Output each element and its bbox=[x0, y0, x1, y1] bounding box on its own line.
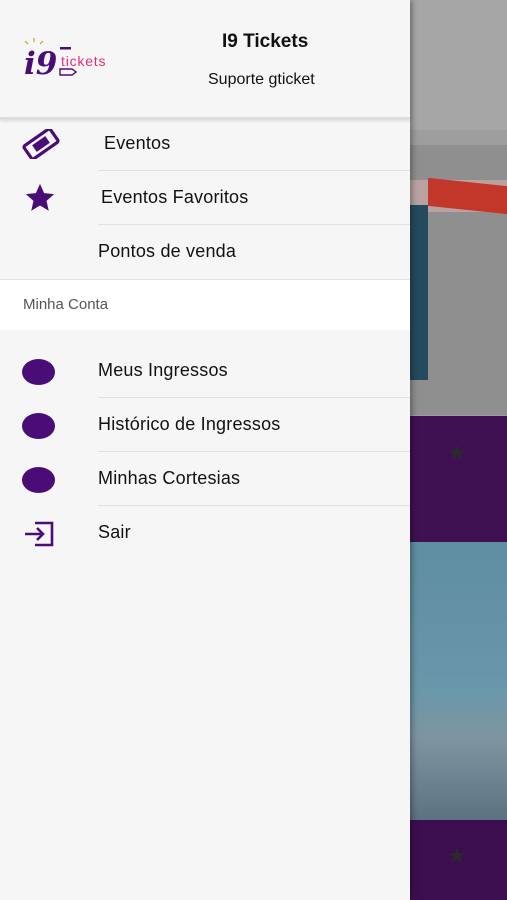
drawer-header: i9 tickets I9 Tickets Suporte gticket bbox=[0, 0, 410, 119]
section-label: Minha Conta bbox=[23, 296, 109, 313]
background-favorite-star-icon[interactable]: ★ bbox=[447, 440, 467, 466]
menu-item-label: Histórico de Ingressos bbox=[98, 414, 281, 434]
svg-text:tickets: tickets bbox=[61, 53, 106, 69]
background-poster bbox=[410, 205, 428, 380]
dot-icon bbox=[22, 413, 55, 439]
app-subtitle: Suporte gticket bbox=[208, 71, 315, 88]
menu-item-label: Minhas Cortesias bbox=[98, 468, 241, 488]
menu-item-label: Eventos bbox=[104, 133, 171, 153]
i9tickets-logo: i9 tickets bbox=[22, 38, 134, 84]
background-header bbox=[410, 0, 507, 130]
background-event-photo[interactable] bbox=[410, 542, 507, 820]
menu-item-eventos-favoritos[interactable]: Eventos Favoritos bbox=[0, 171, 410, 225]
star-icon bbox=[22, 181, 58, 220]
menu-item-pontos-de-venda[interactable]: Pontos de venda bbox=[0, 225, 410, 279]
menu-item-label: Pontos de venda bbox=[98, 241, 237, 261]
menu-item-historico-de-ingressos[interactable]: Histórico de Ingressos bbox=[0, 398, 410, 452]
menu-item-label: Sair bbox=[98, 522, 131, 542]
logout-icon bbox=[23, 521, 55, 552]
dot-icon bbox=[22, 359, 55, 385]
menu-item-sair[interactable]: Sair bbox=[0, 506, 410, 560]
dot-icon bbox=[22, 467, 55, 493]
menu-item-meus-ingressos[interactable]: Meus Ingressos bbox=[0, 344, 410, 398]
menu-item-minhas-cortesias[interactable]: Minhas Cortesias bbox=[0, 452, 410, 506]
navigation-drawer: i9 tickets I9 Tickets Suporte gticket Ev… bbox=[0, 0, 410, 900]
background-favorite-star-icon-2[interactable]: ★ bbox=[447, 843, 467, 869]
svg-text:i9: i9 bbox=[24, 46, 57, 82]
app-title: I9 Tickets bbox=[222, 31, 309, 52]
background-card-footer bbox=[410, 416, 507, 542]
menu-item-label: Eventos Favoritos bbox=[101, 187, 249, 207]
ticket-icon bbox=[22, 127, 60, 164]
menu-item-label: Meus Ingressos bbox=[98, 360, 228, 380]
section-header-minha-conta: Minha Conta bbox=[0, 279, 410, 330]
menu-item-eventos[interactable]: Eventos bbox=[0, 117, 410, 171]
